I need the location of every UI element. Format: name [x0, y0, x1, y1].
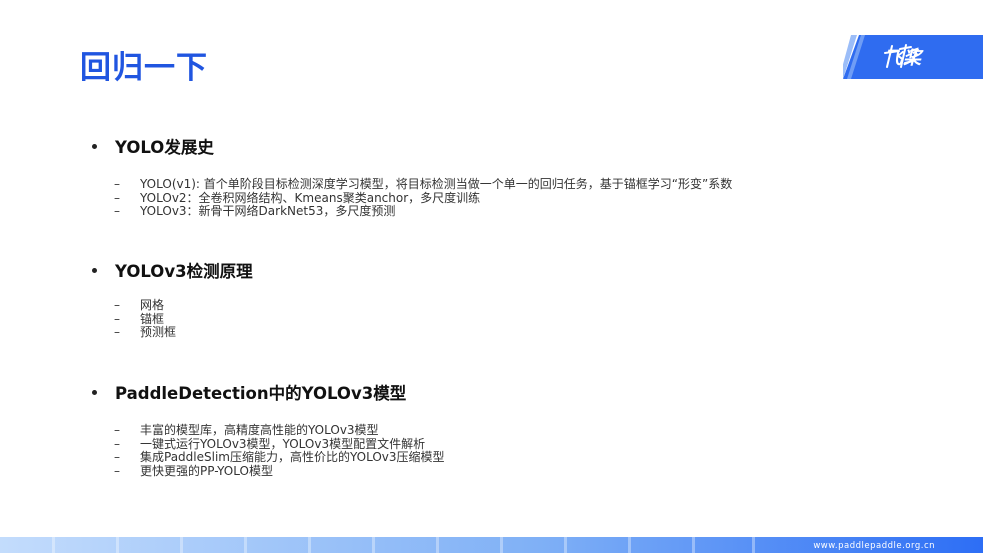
list-item: – 网格 [114, 298, 165, 312]
bullet-dot-icon [92, 143, 97, 149]
list-item: – 一键式运行YOLOv3模型，YOLOv3模型配置文件解析 [114, 436, 426, 451]
list-item-text: YOLO(v1): 首个单阶段目标检测深度学习模型，将目标检测当做一个单一的回归… [140, 177, 733, 191]
list-item-text: 丰富的模型库，高精度高性能的YOLOv3模型 [140, 423, 379, 437]
list-item: – 集成PaddleSlim压缩能力，高性价比的YOLOv3压缩模型 [114, 450, 445, 464]
list-item-text: 一键式运行YOLOv3模型，YOLOv3模型配置文件解析 [140, 436, 426, 451]
slide-title: 回归一下 [80, 50, 208, 86]
list-item: – 锚框 [114, 311, 165, 326]
section-heading: YOLO发展史 [92, 134, 732, 158]
bullet-dot-icon [92, 267, 97, 273]
list-item: – 丰富的模型库，高精度高性能的YOLOv3模型 [114, 423, 379, 437]
logo-text: 飞桨 [884, 48, 922, 69]
section-heading-text: YOLOv3检测原理 [115, 262, 253, 281]
section-heading-text: YOLO发展史 [115, 138, 214, 157]
list-item: – 更快更强的PP-YOLO模型 [114, 463, 273, 478]
list-item-text: 锚框 [140, 311, 165, 326]
section-heading: PaddleDetection中的YOLOv3模型 [92, 380, 445, 404]
list-item: – YOLO(v1): 首个单阶段目标检测深度学习模型，将目标检测当做一个单一的回… [114, 177, 733, 191]
list-item-text: 预测框 [140, 325, 177, 339]
list-item: – YOLOv2：全卷积网络结构、Kmeans聚类anchor，多尺度训练 [114, 190, 481, 205]
section-heading-text: PaddleDetection中的YOLOv3模型 [115, 384, 407, 403]
sub-list: – 网格 – 锚框 – 预测框 [114, 298, 253, 340]
footer-url: www.paddlepaddle.org.cn [813, 541, 935, 551]
section-yolov3-principle: YOLOv3检测原理 – 网格 – 锚框 – 预测框 [92, 258, 253, 340]
list-item-text: 更快更强的PP-YOLO模型 [140, 463, 273, 478]
sub-list: – YOLO(v1): 首个单阶段目标检测深度学习模型，将目标检测当做一个单一的回… [114, 177, 733, 219]
section-paddledetection-yolov3: PaddleDetection中的YOLOv3模型 – 丰富的模型库，高精度高性能… [92, 380, 445, 478]
list-item-text: 网格 [140, 298, 165, 312]
list-item: – 预测框 [114, 325, 177, 339]
list-item-text: YOLOv2：全卷积网络结构、Kmeans聚类anchor，多尺度训练 [140, 190, 481, 205]
list-item-text: 集成PaddleSlim压缩能力，高性价比的YOLOv3压缩模型 [140, 450, 445, 464]
list-item-text: YOLOv3：新骨干网络DarkNet53，多尺度预测 [140, 204, 396, 218]
section-yolo-history: YOLO发展史 – YOLO(v1): 首个单阶段目标检测深度学习模型，将目标检测… [92, 134, 732, 219]
section-heading: YOLOv3检测原理 [92, 258, 253, 282]
sub-list: – 丰富的模型库，高精度高性能的YOLOv3模型 – 一键式运行YOLOv3模型，Y… [114, 423, 445, 478]
list-item: – YOLOv3：新骨干网络DarkNet53，多尺度预测 [114, 204, 396, 218]
bullet-dot-icon [92, 389, 97, 395]
